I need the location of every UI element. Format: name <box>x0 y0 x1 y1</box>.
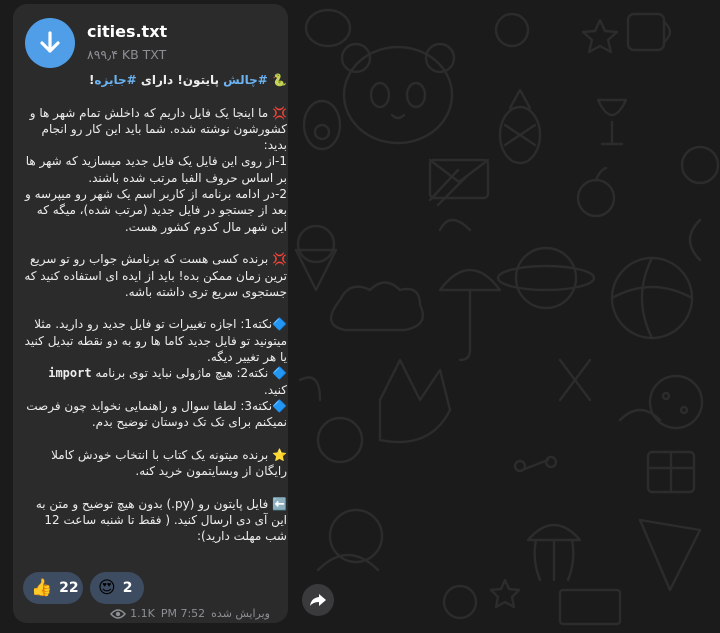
note-2-b: کنید. <box>263 382 287 397</box>
note-3: نکته3: لطفا سوال و راهنمایی نخواید چون ف… <box>26 398 287 430</box>
paragraph-prize: برنده میتونه یک کتاب با انتخاب خودش کامل… <box>51 447 287 479</box>
view-count: 1.1K <box>130 607 155 620</box>
anger-emoji: 💢 <box>272 252 287 267</box>
code-import: import <box>48 366 92 381</box>
left-arrow-emoji: ⬅️ <box>272 496 287 511</box>
download-icon <box>40 31 60 53</box>
file-attachment[interactable]: cities.txt ۸۹۹٫۴ KB TXT <box>25 18 280 68</box>
reaction-count: 22 <box>59 580 79 596</box>
download-button[interactable] <box>25 18 75 68</box>
thumbs-up-emoji: 👍 <box>31 578 53 598</box>
hashtag-prize[interactable]: #جایزه <box>94 73 136 87</box>
snake-emoji: 🐍 <box>272 73 287 87</box>
reaction-count: 2 <box>122 580 133 596</box>
edited-label: ویرایش شده <box>211 607 270 620</box>
message-title: 🐍 #چالش پایتون! دارای #جایزه! <box>89 73 287 87</box>
share-arrow-icon <box>310 594 326 606</box>
message-time: PM 7:52 <box>160 607 206 620</box>
hashtag-challenge[interactable]: #چالش <box>223 73 268 87</box>
file-size: ۸۹۹٫۴ KB TXT <box>87 47 167 62</box>
note-2-a: نکته2: هیچ ماژولی نباید توی برنامه <box>91 366 269 381</box>
diamond-emoji: 🔷 <box>272 398 287 413</box>
message-text: 🐍 #چالش پایتون! دارای #جایزه! 💢 ما اینجا… <box>23 72 287 545</box>
note-1: نکته1: اجازه تغییرات تو فایل جدید رو دار… <box>24 317 287 365</box>
reaction-heart-eyes[interactable]: 😍 2 <box>90 572 144 604</box>
paragraph-winner: برنده کسی هست که برنامش جواب رو تو سریع … <box>24 252 287 299</box>
share-button[interactable] <box>302 584 334 616</box>
star-emoji: ⭐ <box>272 447 287 462</box>
diamond-emoji: 🔷 <box>272 366 287 381</box>
eye-icon <box>110 608 127 619</box>
message-meta: 1.1K PM 7:52 ویرایش شده <box>110 607 276 620</box>
anger-emoji: 💢 <box>272 105 287 120</box>
title-middle: پایتون! دارای <box>136 73 224 87</box>
message-bubble: cities.txt ۸۹۹٫۴ KB TXT 🐍 #چالش پایتون! … <box>13 4 288 623</box>
heart-eyes-emoji: 😍 <box>98 578 116 598</box>
diamond-emoji: 🔷 <box>272 317 287 332</box>
reaction-thumbs-up[interactable]: 👍 22 <box>23 572 83 604</box>
paragraph-submit: فایل پایتون رو (py.) بدون هیچ توضیح و مت… <box>35 496 287 544</box>
paragraph-intro: ما اینجا یک فایل داریم که داخلش تمام شهر… <box>24 105 287 234</box>
file-name[interactable]: cities.txt <box>87 22 167 41</box>
